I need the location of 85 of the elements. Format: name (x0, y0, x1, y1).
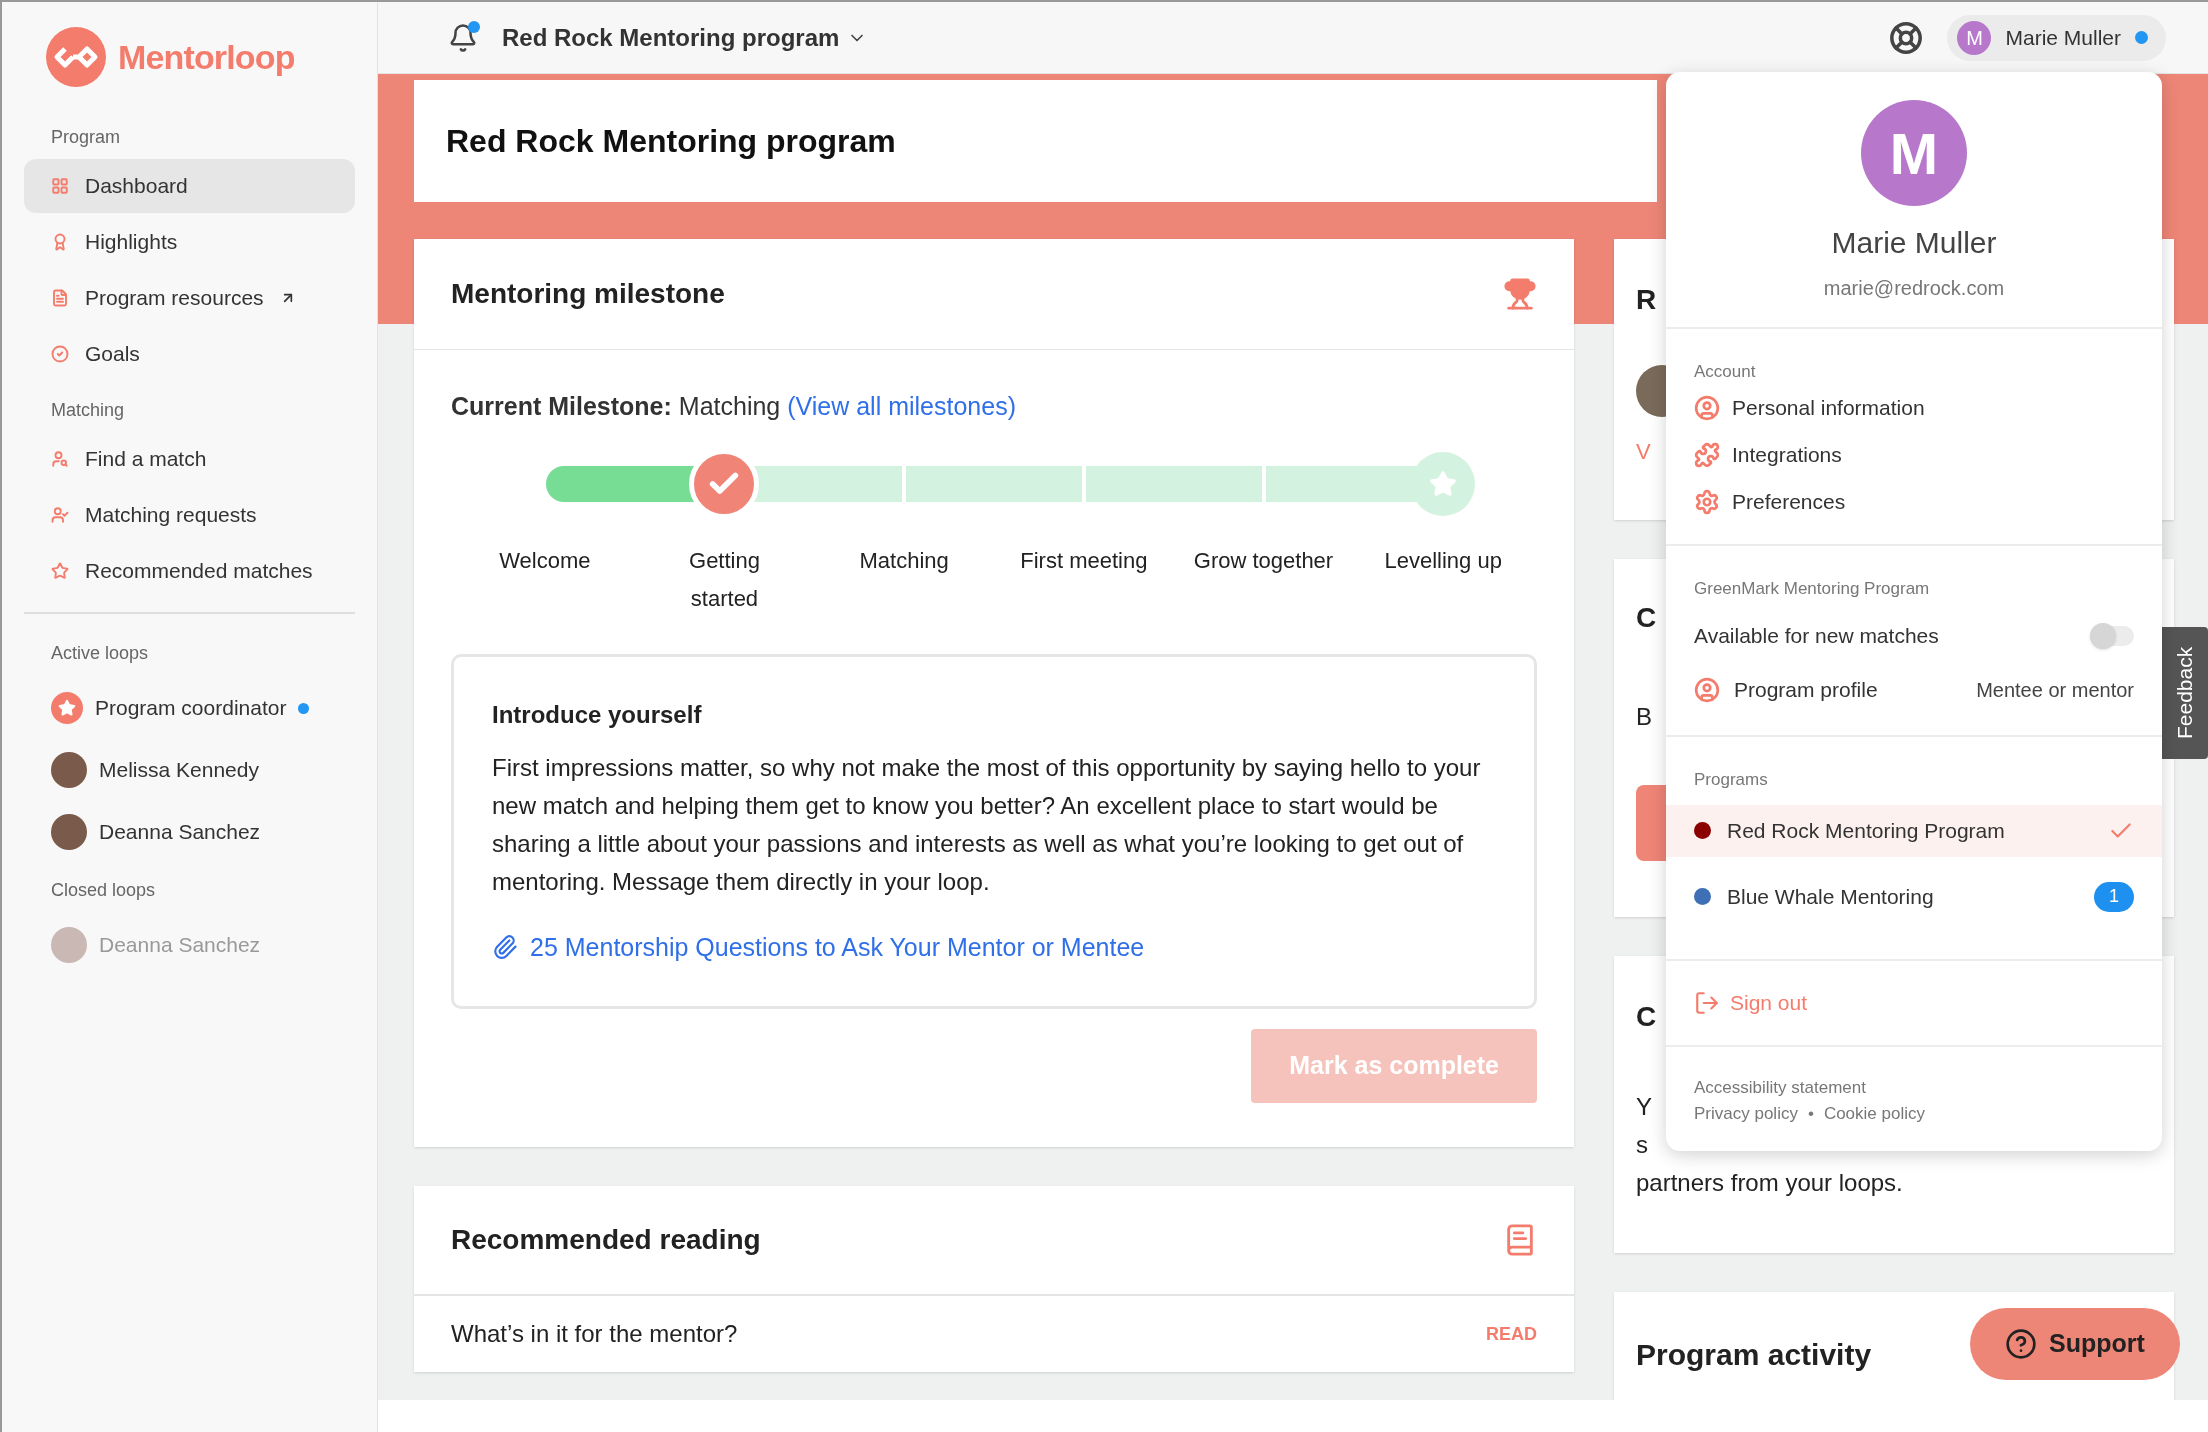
notification-bell[interactable] (448, 22, 478, 53)
milestone-label: Getting started (688, 546, 761, 613)
coordinator-avatar (51, 692, 83, 724)
profile-value: Mentee or mentor (1976, 678, 2134, 703)
sign-out-icon (1694, 989, 1720, 1016)
user-email: marie@redrock.com (1823, 276, 2005, 301)
loop-item[interactable]: Program coordinator (24, 677, 355, 739)
nav-icon (51, 450, 69, 468)
nav-icon (51, 345, 69, 363)
nav-icon (51, 177, 69, 195)
support-button[interactable]: Support (1970, 1308, 2180, 1380)
nav-item[interactable]: Highlights (24, 215, 355, 269)
card-title: C (1636, 1000, 1657, 1034)
avatar-placeholder (51, 814, 87, 850)
nav-item[interactable]: Recommended matches (24, 544, 355, 598)
nav-icon (51, 562, 69, 580)
program-item[interactable]: Red Rock Mentoring Program (1666, 804, 2162, 857)
menu-heading: GreenMark Mentoring Program (1694, 577, 1931, 600)
card-text: partners from your loops. (1636, 1168, 1903, 1198)
view-all-milestones-link[interactable]: (View all milestones) (787, 392, 1016, 420)
avatar-placeholder (51, 752, 87, 788)
avatar-placeholder (51, 927, 87, 963)
nav-icon (51, 506, 69, 524)
help-circle-icon (2005, 1328, 2038, 1360)
menu-item[interactable]: Personal information (1694, 384, 2134, 432)
card-title: Mentoring milestone (451, 277, 725, 311)
loop-item[interactable]: Melissa Kennedy (24, 739, 355, 801)
card-text: Y (1636, 1092, 1652, 1122)
card-title: R (1636, 283, 1657, 317)
menu-icon (1694, 442, 1720, 468)
article-title: What’s in it for the mentor? (451, 1319, 738, 1349)
count-badge: 1 (2094, 881, 2134, 912)
menu-item[interactable]: Program profile (1694, 674, 1878, 706)
profile-icon (1694, 677, 1720, 703)
card-text: B (1636, 702, 1652, 732)
menu-icon (1694, 489, 1720, 515)
nav-item[interactable]: Goals (24, 327, 355, 381)
logo-icon (46, 27, 106, 87)
nav-item[interactable]: Dashboard (24, 159, 355, 213)
paperclip-icon (492, 934, 518, 961)
menu-item[interactable]: Integrations (1694, 431, 2134, 479)
availability-label: Available for new matches (1694, 623, 1939, 650)
section-heading: Active loops (50, 642, 150, 665)
milestone-label: Matching (858, 546, 950, 575)
nav-item[interactable]: Program resources (24, 271, 355, 325)
user-avatar: M (1861, 100, 1967, 206)
nav-icon (51, 289, 69, 307)
trophy-icon (1503, 277, 1537, 311)
user-name: Marie Muller (1831, 225, 1997, 261)
section-heading: Program (50, 126, 122, 149)
card-text: s (1636, 1130, 1648, 1160)
user-avatar: M (1957, 20, 1992, 55)
nav-item[interactable]: Find a match (24, 432, 355, 486)
card-title: C (1636, 601, 1657, 635)
menu-icon (1694, 395, 1720, 421)
feedback-tab[interactable]: Feedback (2162, 627, 2208, 759)
cookie-link[interactable]: Cookie policy (1823, 1100, 1925, 1127)
menu-heading: Programs (1693, 769, 1769, 791)
privacy-link[interactable]: Privacy policy (1694, 1100, 1798, 1127)
section-heading: Closed loops (50, 879, 157, 902)
task-description: First impressions matter, so why not make the most of this opportunity by saying hello to your new match and helping them get to know you better? An excellent place to start would be sharing a little about your passions and interests as well as what you’re looking to get out of mentoring. Message them directly in your loop. (492, 752, 1482, 897)
bell-icon (448, 22, 478, 53)
accessibility-link[interactable]: Accessibility statement (1694, 1074, 1866, 1101)
card-title: Program activity (1636, 1337, 1872, 1373)
availability-toggle[interactable] (2090, 626, 2134, 646)
menu-heading: Account (1694, 361, 1757, 383)
program-selector[interactable]: Red Rock Mentoring program (502, 19, 868, 56)
milestone-label: Welcome (498, 546, 592, 575)
program-item[interactable]: Blue Whale Mentoring 1 (1666, 870, 2162, 923)
separator-dot: • (1807, 1102, 1814, 1125)
loop-item[interactable]: Deanna Sanchez (24, 801, 355, 863)
menu-item[interactable]: Preferences (1694, 478, 2134, 526)
milestone-label: Grow together (1192, 546, 1335, 575)
nav-item[interactable]: Matching requests (24, 488, 355, 542)
card-title: Recommended reading (451, 1223, 761, 1257)
milestone-label: First meeting (1019, 546, 1149, 575)
help-icon[interactable] (1889, 20, 1924, 55)
section-heading: Matching (50, 399, 126, 422)
milestone-label: Levelling up (1383, 546, 1503, 575)
user-menu-button[interactable]: M Marie Muller (1947, 14, 2166, 61)
attachment-link[interactable]: 25 Mentorship Questions to Ask Your Mentor or Mentee (492, 928, 1496, 966)
logo-text: Mentorloop (118, 36, 295, 78)
page-title: Red Rock Mentoring program (446, 122, 896, 161)
task-title: Introduce yourself (492, 699, 703, 730)
current-milestone: Current Milestone: Matching (View all milestones) (451, 391, 1017, 422)
